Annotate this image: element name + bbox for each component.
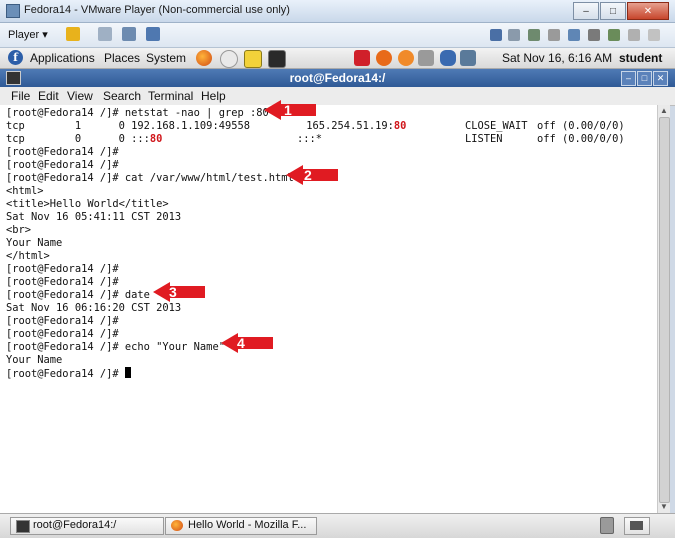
task-terminal[interactable]: root@Fedora14:/ bbox=[10, 517, 164, 535]
usb-icon[interactable] bbox=[608, 29, 620, 41]
vmware-toolbar: Player ▾ bbox=[0, 23, 675, 48]
annotation-arrow-4: 4 bbox=[221, 333, 273, 353]
menu-edit[interactable]: Edit bbox=[38, 89, 59, 103]
annotation-arrow-1: 1 bbox=[264, 100, 316, 120]
terminal-scrollbar[interactable]: ▲ ▼ bbox=[657, 105, 670, 513]
menu-file[interactable]: File bbox=[11, 89, 30, 103]
terminal-minimize-button[interactable]: – bbox=[621, 71, 636, 86]
forward-icon[interactable] bbox=[490, 29, 502, 41]
terminal-output[interactable]: [root@Fedora14 /]# netstat -nao | grep :… bbox=[0, 100, 657, 513]
terminal-line: </html> bbox=[6, 250, 50, 262]
scroll-down-icon[interactable]: ▼ bbox=[658, 501, 670, 513]
fedora-icon[interactable]: f bbox=[8, 50, 23, 65]
text-cursor bbox=[124, 367, 131, 378]
terminal-close-button[interactable]: ✕ bbox=[653, 71, 668, 86]
selinux-icon[interactable] bbox=[398, 50, 414, 66]
terminal-line: <title>Hello World</title> bbox=[6, 198, 169, 210]
printer-icon[interactable] bbox=[588, 29, 600, 41]
vmware-close-button[interactable]: ✕ bbox=[627, 2, 669, 20]
terminal-line: Sat Nov 16 06:16:20 CST 2013 bbox=[6, 302, 182, 314]
terminal-line: <br> bbox=[6, 224, 32, 236]
terminal-line: [root@Fedora14 /]# bbox=[6, 159, 119, 171]
user-menu[interactable]: student bbox=[619, 51, 662, 65]
task-firefox[interactable]: Hello World - Mozilla F... bbox=[165, 517, 317, 535]
system-menu[interactable]: System bbox=[146, 51, 186, 65]
bluetooth-icon[interactable] bbox=[440, 50, 456, 66]
annotation-arrow-2: 2 bbox=[286, 165, 338, 185]
firefox-icon[interactable] bbox=[196, 50, 212, 66]
workspace-icon[interactable] bbox=[624, 517, 650, 535]
terminal-titlebar: root@Fedora14:/ – □ ✕ bbox=[0, 69, 675, 87]
terminal-line: tcp 0 0 :::80:::* LISTEN off (0.00/0/0) bbox=[6, 133, 625, 145]
trash-icon[interactable] bbox=[598, 517, 616, 534]
terminal-line: [root@Fedora14 /]# bbox=[6, 276, 119, 288]
menu-terminal[interactable]: Terminal bbox=[148, 89, 193, 103]
terminal-line: [root@Fedora14 /]# date bbox=[6, 289, 150, 301]
network-status-icon[interactable] bbox=[460, 50, 476, 66]
vmware-maximize-button[interactable]: □ bbox=[600, 2, 626, 20]
fullscreen-icon[interactable] bbox=[122, 27, 136, 41]
terminal-line: [root@Fedora14 /]# echo "Your Name" bbox=[6, 341, 225, 353]
floppy-icon[interactable] bbox=[548, 29, 560, 41]
volume-icon[interactable] bbox=[418, 50, 434, 66]
network-adapter-icon[interactable] bbox=[568, 29, 580, 41]
terminal-icon bbox=[16, 520, 30, 533]
alert-icon[interactable] bbox=[354, 50, 370, 66]
cdrom-icon[interactable] bbox=[528, 29, 540, 41]
places-menu[interactable]: Places bbox=[104, 51, 140, 65]
scrollbar-thumb[interactable] bbox=[659, 117, 670, 503]
sound-icon[interactable] bbox=[628, 29, 640, 41]
terminal-line: [root@Fedora14 /]# bbox=[6, 263, 119, 275]
hdd-icon[interactable] bbox=[508, 29, 520, 41]
terminal-line: tcp 1 0 192.168.1.109:49558 165.254.51.1… bbox=[6, 120, 625, 132]
terminal-maximize-button[interactable]: □ bbox=[637, 71, 652, 86]
terminal-menubar: File Edit View Search Terminal Help bbox=[0, 87, 675, 106]
firefox-icon bbox=[171, 520, 183, 531]
terminal-line: [root@Fedora14 /]# bbox=[6, 146, 119, 158]
terminal-line: [root@Fedora14 /]# bbox=[6, 328, 119, 340]
scroll-up-icon[interactable]: ▲ bbox=[658, 105, 670, 117]
vmware-window-title: Fedora14 - VMware Player (Non-commercial… bbox=[24, 4, 290, 16]
annotation-arrow-3: 3 bbox=[153, 282, 205, 302]
gnome-top-panel: f Applications Places System Sat Nov 16,… bbox=[0, 48, 675, 69]
clock[interactable]: Sat Nov 16, 6:16 AM bbox=[502, 51, 612, 65]
terminal-line: <html> bbox=[6, 185, 44, 197]
update-icon[interactable] bbox=[376, 50, 392, 66]
terminal-line: Sat Nov 16 05:41:11 CST 2013 bbox=[6, 211, 182, 223]
applications-menu[interactable]: Applications bbox=[30, 51, 95, 65]
vmware-logo-icon bbox=[6, 4, 20, 18]
vmware-minimize-button[interactable]: – bbox=[573, 2, 599, 20]
terminal-line: Your Name bbox=[6, 354, 63, 366]
menu-view[interactable]: View bbox=[67, 89, 93, 103]
terminal-line: [root@Fedora14 /]# netstat -nao | grep :… bbox=[6, 107, 269, 119]
player-menu[interactable]: Player ▾ bbox=[8, 28, 48, 41]
bottom-taskbar: root@Fedora14:/ Hello World - Mozilla F.… bbox=[0, 513, 675, 538]
terminal-line: Your Name bbox=[6, 237, 63, 249]
vmware-titlebar: Fedora14 - VMware Player (Non-commercial… bbox=[0, 0, 675, 23]
terminal-prompt[interactable]: [root@Fedora14 /]# bbox=[6, 367, 131, 380]
terminal-line: [root@Fedora14 /]# bbox=[6, 315, 119, 327]
pause-icon[interactable] bbox=[66, 27, 80, 41]
terminal-line: [root@Fedora14 /]# cat /var/www/html/tes… bbox=[6, 172, 294, 184]
network-icon[interactable] bbox=[98, 27, 112, 41]
evolution-icon[interactable] bbox=[220, 50, 238, 68]
text-editor-icon[interactable] bbox=[244, 50, 262, 68]
unity-icon[interactable] bbox=[146, 27, 160, 41]
terminal-launcher-icon[interactable] bbox=[268, 50, 286, 68]
menu-help[interactable]: Help bbox=[201, 89, 226, 103]
menu-search[interactable]: Search bbox=[103, 89, 141, 103]
message-icon[interactable] bbox=[648, 29, 660, 41]
terminal-title: root@Fedora14:/ bbox=[289, 71, 386, 85]
